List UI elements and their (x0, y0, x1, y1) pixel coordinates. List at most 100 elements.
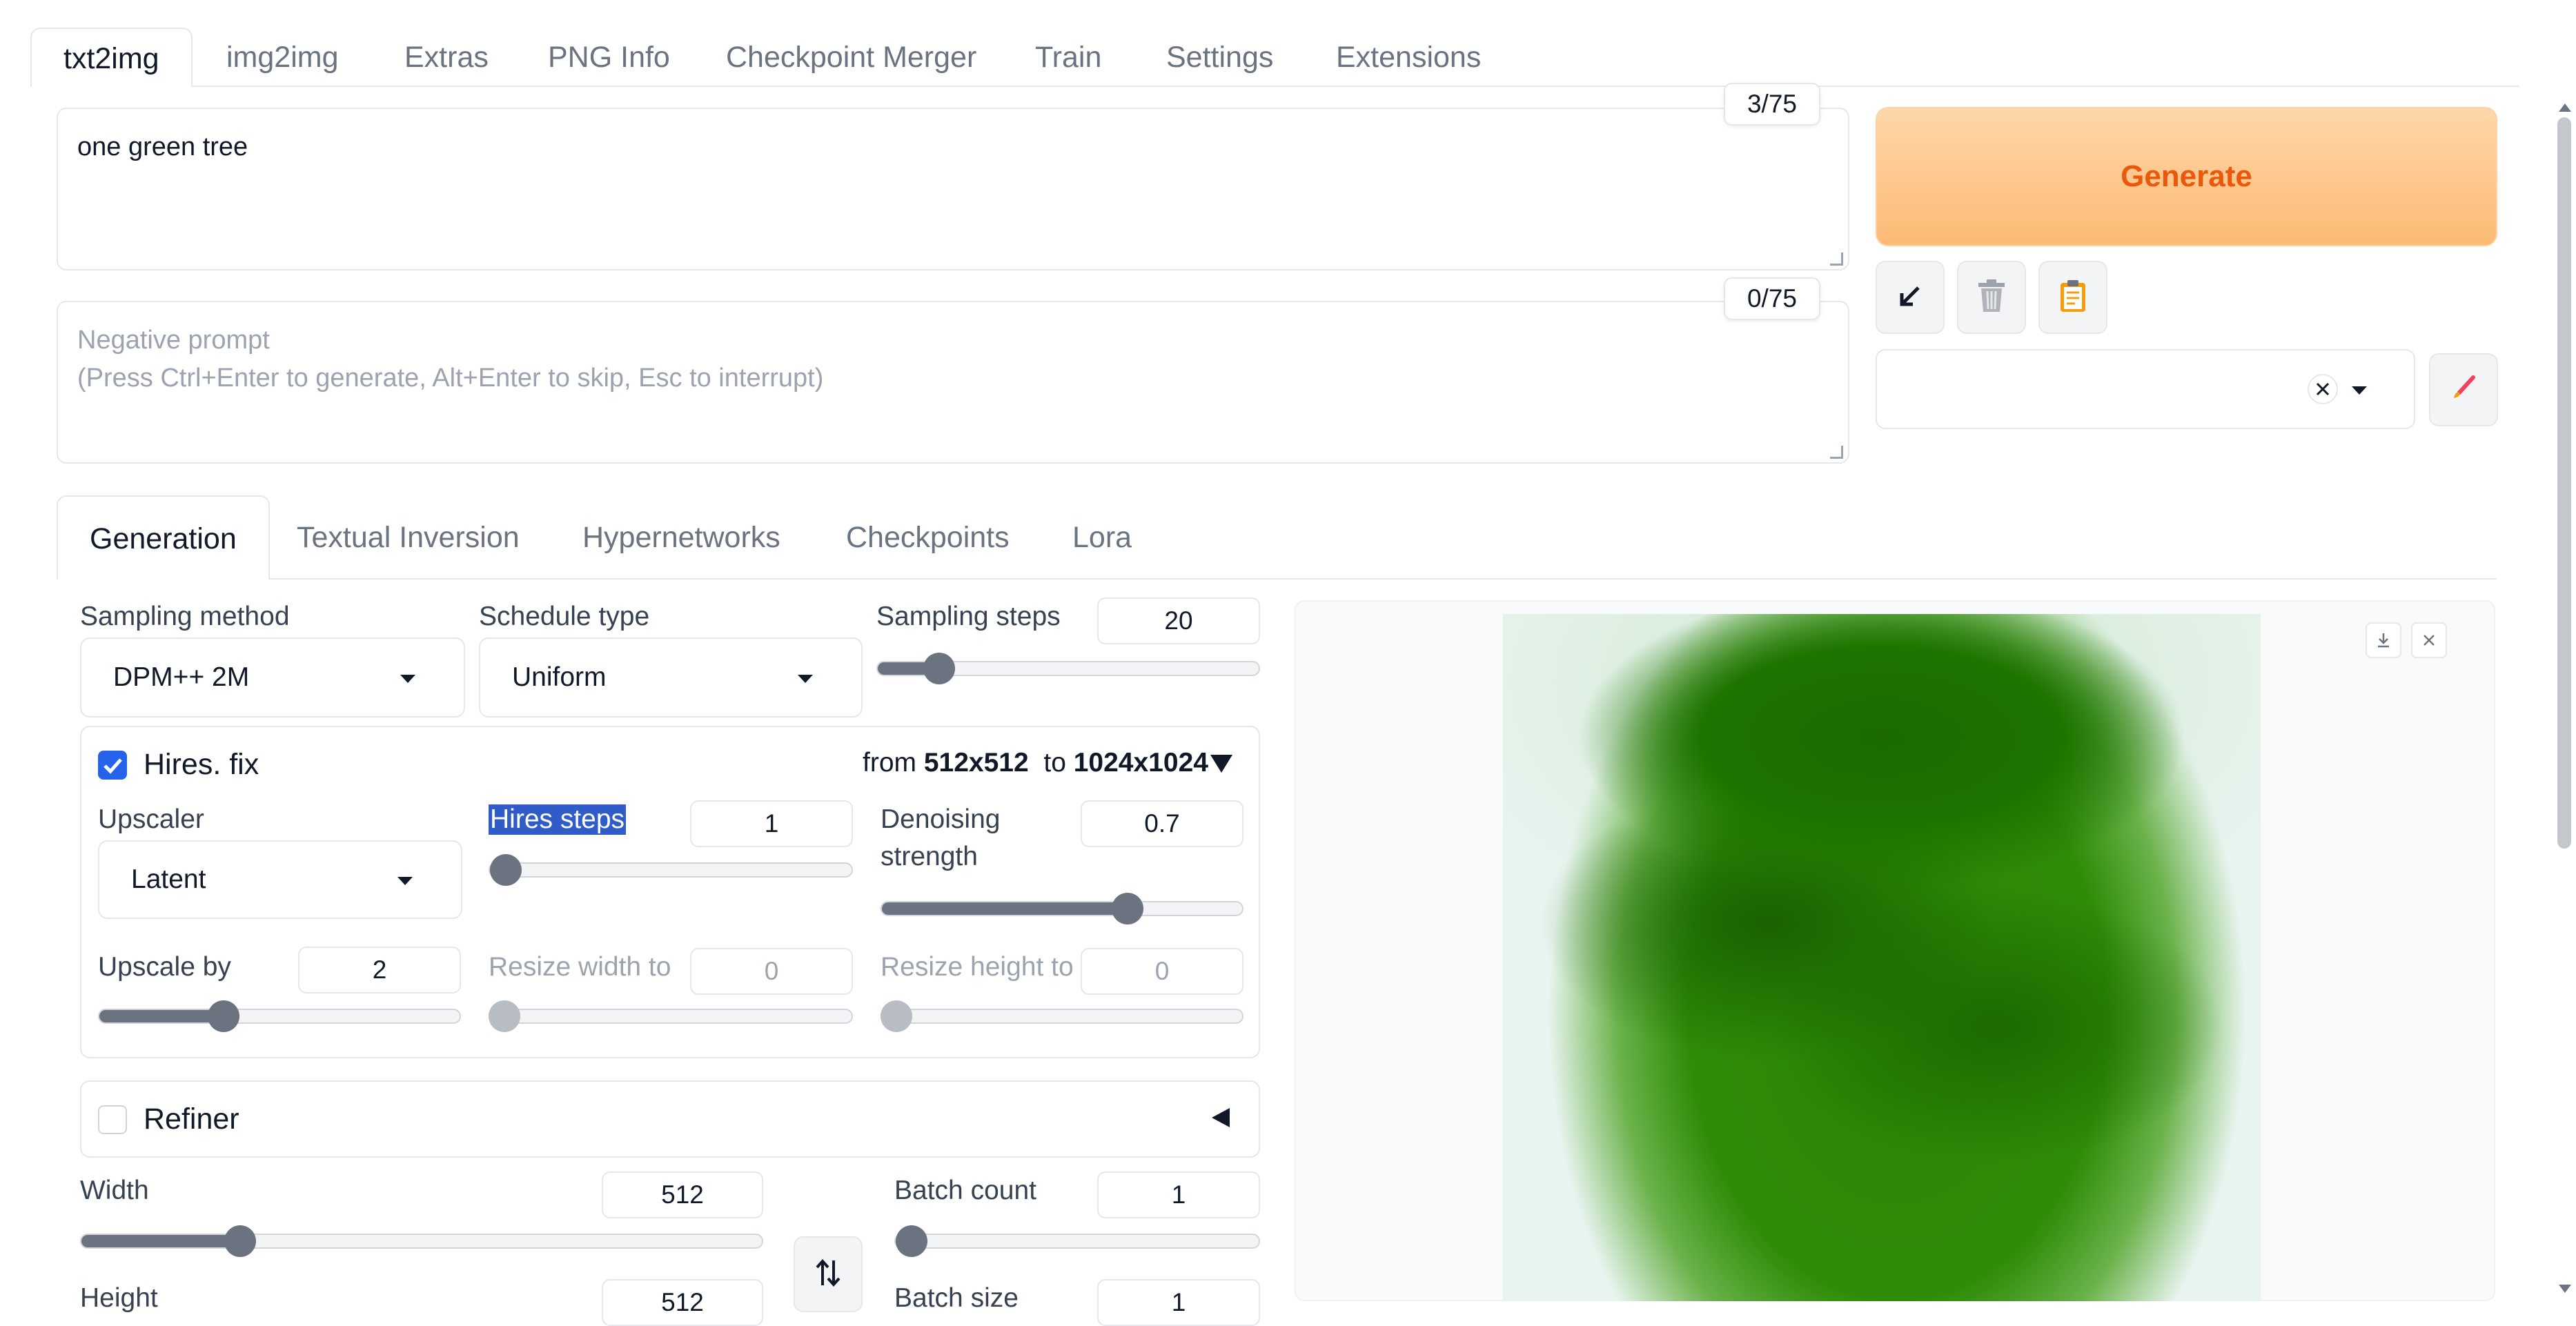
upscaler-value: Latent (131, 864, 206, 894)
refiner-section (80, 1080, 1260, 1158)
denoising-strength-label: Denoising strength (881, 804, 1000, 872)
styles-dropdown[interactable] (1876, 349, 2415, 429)
batch-count-input[interactable]: 1 (1097, 1171, 1260, 1218)
tab-generation[interactable]: Generation (57, 495, 270, 580)
resize-width-slider[interactable] (489, 1000, 853, 1032)
tab-checkpoints[interactable]: Checkpoints (814, 495, 1041, 580)
hires-steps-slider[interactable] (489, 854, 853, 886)
read-params-button[interactable] (1876, 261, 1945, 334)
denoising-strength-slider[interactable] (881, 893, 1243, 924)
sampling-steps-label: Sampling steps (876, 602, 1061, 631)
resize-width-input[interactable]: 0 (690, 948, 853, 995)
tab-checkpoint-merger[interactable]: Checkpoint Merger (694, 28, 1008, 87)
edit-styles-button[interactable] (2429, 353, 2498, 426)
generated-image[interactable] (1503, 614, 2261, 1301)
scroll-down-icon[interactable] (2559, 1285, 2571, 1293)
refiner-checkbox[interactable] (98, 1105, 127, 1134)
summary-to-value: 1024x1024 (1073, 748, 1208, 778)
prompt-token-counter: 3/75 (1724, 83, 1820, 126)
schedule-type-label: Schedule type (479, 602, 650, 631)
chevron-down-icon (798, 675, 813, 683)
slider-thumb[interactable] (923, 653, 955, 684)
apply-style-button[interactable] (2038, 261, 2107, 334)
collapse-triangle-icon[interactable] (1210, 755, 1232, 773)
hires-fix-checkbox[interactable] (98, 751, 127, 780)
upscaler-label: Upscaler (98, 804, 204, 834)
upscale-by-slider[interactable] (98, 1000, 461, 1032)
paintbrush-icon (2448, 373, 2479, 407)
sampling-steps-input[interactable]: 20 (1097, 597, 1260, 644)
schedule-type-value: Uniform (512, 662, 607, 692)
upscale-by-label: Upscale by (98, 952, 231, 982)
upscale-by-input[interactable]: 2 (298, 947, 461, 993)
tab-txt2img[interactable]: txt2img (30, 28, 193, 87)
tab-extras[interactable]: Extras (373, 28, 520, 87)
resize-height-input[interactable]: 0 (1081, 948, 1243, 995)
download-icon[interactable] (2366, 622, 2401, 658)
slider-fill (81, 1235, 240, 1247)
generate-button[interactable]: Generate (1876, 107, 2497, 246)
summary-from-value: 512x512 (923, 748, 1029, 778)
scroll-up-icon[interactable] (2559, 103, 2571, 112)
page-scrollbar[interactable] (2557, 117, 2571, 849)
negative-prompt-token-counter: 0/75 (1724, 277, 1820, 320)
schedule-type-dropdown[interactable]: Uniform (479, 637, 863, 718)
negative-prompt-placeholder: Negative prompt (77, 326, 270, 355)
close-icon[interactable] (2308, 374, 2338, 404)
chevron-down-icon (400, 675, 415, 683)
tab-textual-inversion[interactable]: Textual Inversion (265, 495, 551, 580)
negative-prompt-input[interactable]: Negative prompt (Press Ctrl+Enter to gen… (57, 301, 1849, 464)
slider-thumb[interactable] (489, 1000, 520, 1032)
tab-lora[interactable]: Lora (1041, 495, 1163, 580)
denoising-strength-input[interactable]: 0.7 (1081, 800, 1243, 847)
tab-img2img[interactable]: img2img (195, 28, 371, 87)
upscaler-dropdown[interactable]: Latent (98, 840, 462, 919)
negative-prompt-resize-handle[interactable] (1830, 446, 1843, 459)
sampling-method-label: Sampling method (80, 602, 290, 631)
trash-icon (1976, 279, 2007, 317)
slider-thumb[interactable] (490, 854, 522, 886)
tab-png-info[interactable]: PNG Info (516, 28, 702, 87)
slider-fill (99, 1010, 224, 1022)
hires-fix-label: Hires. fix (144, 748, 259, 781)
sampling-method-dropdown[interactable]: DPM++ 2M (80, 637, 465, 718)
width-slider[interactable] (80, 1225, 763, 1257)
expand-triangle-icon[interactable] (1212, 1108, 1230, 1127)
denoising-label-line1: Denoising (881, 804, 1001, 834)
denoising-label-line2: strength (881, 842, 978, 871)
summary-from: from (863, 748, 916, 778)
tab-settings[interactable]: Settings (1134, 28, 1305, 87)
batch-size-input[interactable]: 1 (1097, 1279, 1260, 1326)
tab-train[interactable]: Train (1003, 28, 1133, 87)
batch-count-label: Batch count (894, 1176, 1036, 1205)
batch-count-slider[interactable] (894, 1225, 1260, 1257)
hires-steps-label: Hires steps (489, 804, 627, 835)
slider-thumb[interactable] (224, 1225, 256, 1257)
arrow-down-left-icon (1896, 282, 1924, 313)
prompt-input[interactable]: one green tree (57, 108, 1849, 270)
tab-hypernetworks[interactable]: Hypernetworks (551, 495, 812, 580)
slider-thumb[interactable] (208, 1000, 240, 1032)
sampling-steps-slider[interactable] (876, 653, 1260, 684)
clear-prompt-button[interactable] (1957, 261, 2026, 334)
prompt-resize-handle[interactable] (1830, 253, 1843, 266)
slider-thumb[interactable] (881, 1000, 912, 1032)
prompt-text: one green tree (77, 132, 248, 161)
height-input[interactable]: 512 (602, 1279, 763, 1326)
batch-size-label: Batch size (894, 1283, 1019, 1313)
slider-fill (882, 902, 1128, 915)
chevron-down-icon (2352, 386, 2367, 395)
swap-vertical-icon (814, 1258, 842, 1292)
height-label: Height (80, 1283, 158, 1313)
slider-thumb[interactable] (896, 1225, 927, 1257)
slider-thumb[interactable] (1112, 893, 1144, 924)
width-label: Width (80, 1176, 149, 1205)
close-icon[interactable] (2411, 622, 2447, 658)
clipboard-icon (2058, 279, 2087, 317)
resize-height-slider[interactable] (881, 1000, 1243, 1032)
hires-steps-input[interactable]: 1 (690, 800, 853, 847)
width-input[interactable]: 512 (602, 1171, 763, 1218)
tab-extensions[interactable]: Extensions (1304, 28, 1513, 87)
resize-height-label: Resize height to (881, 952, 1074, 982)
summary-to: to (1043, 748, 1066, 778)
